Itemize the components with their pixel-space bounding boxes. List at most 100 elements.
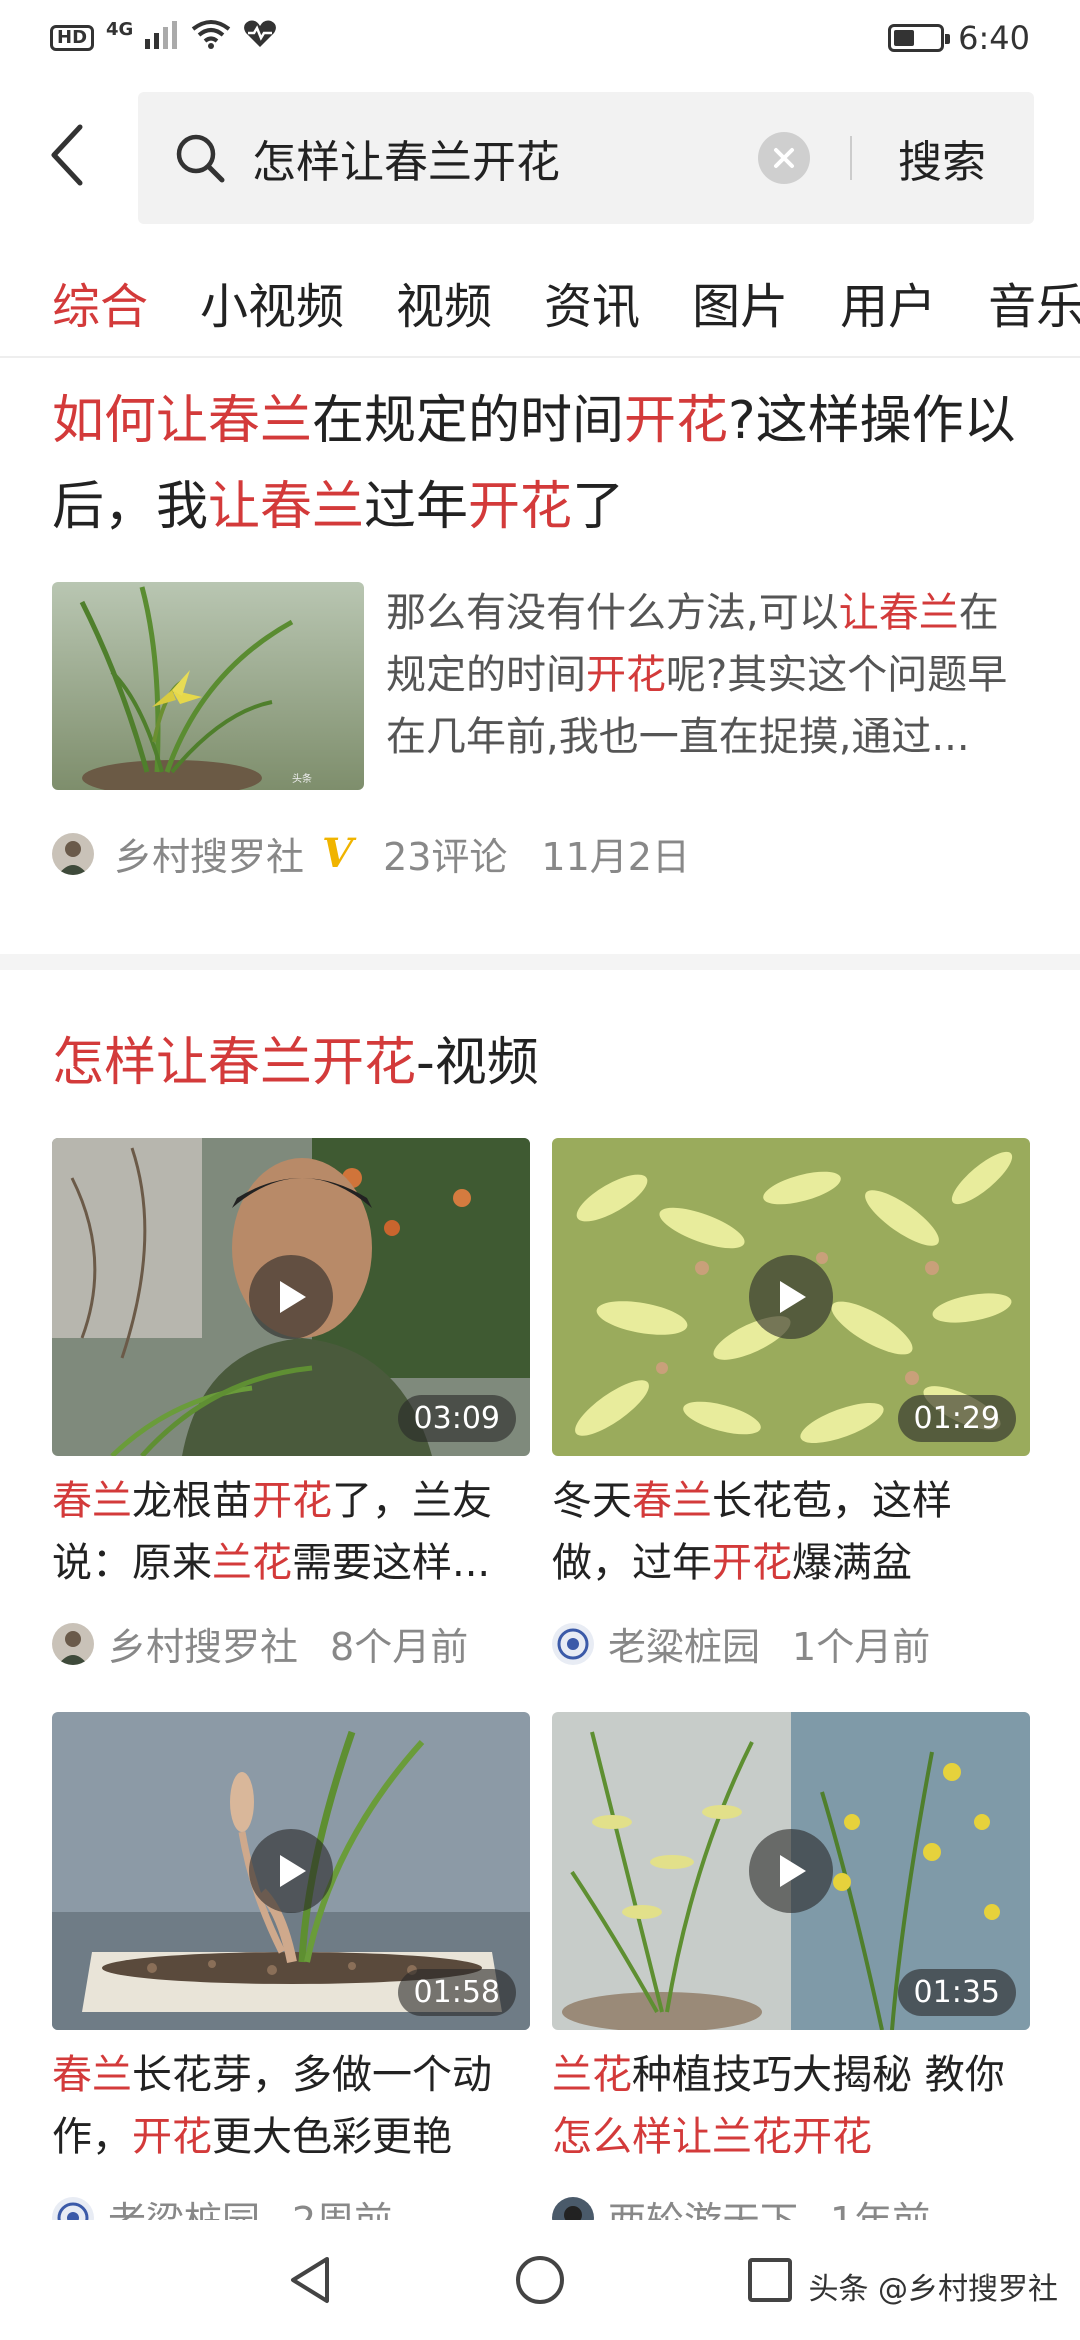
play-button[interactable] bbox=[249, 1255, 333, 1339]
highlighted-text: 春兰 bbox=[52, 1478, 132, 1524]
status-bar: HD 4G 6:40 bbox=[0, 0, 1080, 75]
tab-6[interactable]: 音乐 bbox=[988, 267, 1080, 337]
author-name[interactable]: 乡村搜罗社 bbox=[108, 1616, 298, 1671]
video-duration: 01:29 bbox=[897, 1395, 1016, 1442]
tab-4[interactable]: 图片 bbox=[692, 267, 788, 337]
text-segment: 在规定的时间 bbox=[312, 391, 625, 451]
watermark: 头条 @乡村搜罗社 bbox=[808, 2272, 1058, 2307]
search-header: 怎样让春兰开花 搜索 bbox=[0, 90, 1080, 230]
play-button[interactable] bbox=[249, 1829, 333, 1913]
text-segment: 了 bbox=[572, 477, 625, 537]
comment-count: 23评论 bbox=[383, 835, 508, 879]
search-button[interactable]: 搜索 bbox=[852, 126, 1034, 190]
search-box[interactable]: 怎样让春兰开花 搜索 bbox=[138, 92, 1034, 224]
highlighted-text: 让春兰 bbox=[838, 590, 959, 636]
play-button[interactable] bbox=[749, 1829, 833, 1913]
article-summary: 那么有没有什么方法,可以让春兰在规定的时间开花呢?其实这个问题早在几年前,我也一… bbox=[386, 582, 1028, 768]
system-nav-bar: 头条 @乡村搜罗社 bbox=[0, 2220, 1080, 2340]
highlighted-text: 兰花 bbox=[212, 1540, 292, 1586]
highlighted-text: 兰花 bbox=[552, 2052, 632, 2098]
battery-icon bbox=[888, 23, 951, 52]
highlighted-text: 开花 bbox=[586, 652, 666, 698]
play-icon bbox=[780, 1855, 806, 1887]
video-title[interactable]: 春兰长花芽，多做一个动作，开花更大色彩更艳 bbox=[52, 2044, 530, 2168]
signal-icon bbox=[145, 19, 179, 56]
author-avatar[interactable] bbox=[552, 1622, 594, 1665]
network-type: 4G bbox=[106, 19, 134, 40]
verified-badge: V bbox=[322, 830, 354, 877]
nav-home-button[interactable] bbox=[510, 2250, 570, 2310]
tab-1[interactable]: 小视频 bbox=[200, 267, 344, 337]
search-input[interactable]: 怎样让春兰开花 bbox=[252, 126, 758, 190]
video-card[interactable]: 01:35 兰花种植技巧大揭秘 教你怎么样让兰花开花 两轮游天下 1年前 bbox=[552, 1712, 1030, 2245]
highlighted-text: 开花 bbox=[712, 1540, 792, 1586]
video-duration: 01:58 bbox=[397, 1969, 516, 2016]
author-name[interactable]: 老粱桩园 bbox=[608, 1616, 760, 1671]
text-segment: 爆满盆 bbox=[792, 1540, 912, 1586]
triangle-back-icon bbox=[291, 2257, 329, 2303]
highlighted-text: 如何让春兰 bbox=[52, 391, 313, 451]
nav-back-button[interactable] bbox=[280, 2250, 340, 2310]
tab-3[interactable]: 资讯 bbox=[544, 267, 640, 337]
video-time: 1个月前 bbox=[792, 1625, 931, 1669]
article-body: 头条 那么有没有什么方法,可以让春兰在规定的时间开花呢?其实这个问题早在几年前,… bbox=[52, 582, 1028, 790]
publish-date: 11月2日 bbox=[541, 835, 690, 879]
text-segment: 过年 bbox=[364, 477, 469, 537]
author-avatar[interactable] bbox=[52, 1622, 94, 1665]
highlighted-text: 让春兰 bbox=[208, 477, 365, 537]
hd-badge: HD bbox=[50, 24, 95, 51]
tab-5[interactable]: 用户 bbox=[840, 267, 936, 337]
play-icon bbox=[280, 1855, 306, 1887]
video-thumbnail[interactable]: 03:09 bbox=[52, 1138, 530, 1456]
video-duration: 03:09 bbox=[397, 1395, 516, 1442]
video-title[interactable]: 兰花种植技巧大揭秘 教你怎么样让兰花开花 bbox=[552, 2044, 1030, 2168]
tab-2[interactable]: 视频 bbox=[396, 267, 492, 337]
nav-recents-button[interactable] bbox=[740, 2250, 800, 2310]
video-title[interactable]: 春兰龙根苗开花了，兰友说：原来兰花需要这样... bbox=[52, 1470, 530, 1594]
square-recents-icon bbox=[748, 2258, 792, 2302]
text-segment: 龙根苗 bbox=[132, 1478, 252, 1524]
video-card[interactable]: 01:58 春兰长花芽，多做一个动作，开花更大色彩更艳 老粱桩园 2周前 bbox=[52, 1712, 530, 2245]
text-segment: 需要这样... bbox=[292, 1540, 491, 1586]
video-meta: 老粱桩园 1个月前 bbox=[552, 1616, 1030, 1671]
author-name[interactable]: 乡村搜罗社 bbox=[114, 826, 304, 881]
video-card[interactable]: 03:09 春兰龙根苗开花了，兰友说：原来兰花需要这样... 乡村搜罗社 8个月… bbox=[52, 1138, 530, 1671]
clock: 6:40 bbox=[958, 18, 1030, 57]
clear-search-button[interactable] bbox=[758, 132, 810, 184]
svg-text:头条: 头条 bbox=[292, 772, 312, 785]
video-card[interactable]: 01:29 冬天春兰长花苞，这样做，过年开花爆满盆 老粱桩园 1个月前 bbox=[552, 1138, 1030, 1671]
highlighted-text: 怎么样让兰花开花 bbox=[552, 2114, 872, 2160]
category-tabs: 综合 小视频 视频 资讯 图片 用户 音乐 bbox=[0, 248, 1080, 358]
back-arrow-icon bbox=[51, 124, 83, 186]
video-section-title[interactable]: 怎样让春兰开花-视频 bbox=[52, 1020, 1080, 1100]
video-thumbnail[interactable]: 01:35 bbox=[552, 1712, 1030, 2030]
video-time: 8个月前 bbox=[330, 1625, 469, 1669]
video-duration: 01:35 bbox=[897, 1969, 1016, 2016]
video-title[interactable]: 冬天春兰长花苞，这样做，过年开花爆满盆 bbox=[552, 1470, 1030, 1594]
article-thumbnail[interactable]: 头条 bbox=[52, 582, 364, 790]
author-avatar[interactable] bbox=[52, 832, 94, 875]
highlighted-text: 开花 bbox=[468, 477, 573, 537]
back-button[interactable] bbox=[38, 120, 98, 190]
wifi-icon bbox=[191, 19, 231, 56]
video-meta: 乡村搜罗社 8个月前 bbox=[52, 1616, 530, 1671]
highlighted-text: 怎样让春兰开花 bbox=[52, 1033, 417, 1093]
circle-home-icon bbox=[516, 2256, 564, 2304]
video-thumbnail[interactable]: 01:58 bbox=[52, 1712, 530, 2030]
highlighted-text: 春兰 bbox=[52, 2052, 132, 2098]
tab-0[interactable]: 综合 bbox=[52, 267, 148, 337]
play-icon bbox=[280, 1281, 306, 1313]
article-result[interactable]: 如何让春兰在规定的时间开花?这样操作以后，我让春兰过年开花了 头条 那么有没有什… bbox=[0, 378, 1080, 881]
highlighted-text: 开花 bbox=[132, 2114, 212, 2160]
video-thumbnail[interactable]: 01:29 bbox=[552, 1138, 1030, 1456]
play-button[interactable] bbox=[749, 1255, 833, 1339]
highlighted-text: 开花 bbox=[624, 391, 729, 451]
text-segment: 更大色彩更艳 bbox=[212, 2114, 452, 2160]
search-icon bbox=[176, 134, 225, 183]
text-segment: 种植技巧大揭秘 教你 bbox=[632, 2052, 1005, 2098]
highlighted-text: 开花 bbox=[252, 1478, 332, 1524]
play-icon bbox=[780, 1281, 806, 1313]
text-segment: 那么有没有什么方法,可以 bbox=[386, 590, 839, 636]
article-title[interactable]: 如何让春兰在规定的时间开花?这样操作以后，我让春兰过年开花了 bbox=[52, 378, 1028, 550]
video-section: 怎样让春兰开花-视频 03:09 春兰龙根苗开花了，兰友说：原来兰花需要这样..… bbox=[0, 1020, 1080, 2243]
